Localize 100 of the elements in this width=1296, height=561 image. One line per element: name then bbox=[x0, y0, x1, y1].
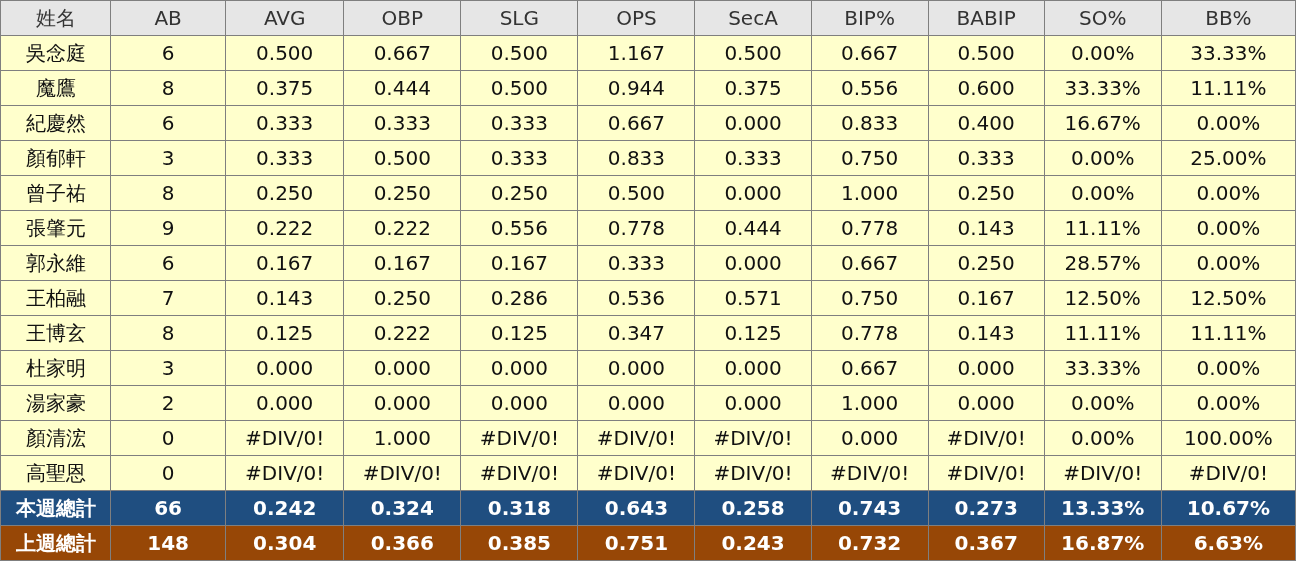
table-cell: 0.167 bbox=[460, 245, 578, 281]
table-cell: 0.00% bbox=[1044, 175, 1162, 211]
column-header: SO% bbox=[1044, 0, 1162, 36]
table-cell: 100.00% bbox=[1161, 420, 1296, 456]
table-cell: 0.366 bbox=[343, 525, 461, 561]
column-header: 姓名 bbox=[0, 0, 111, 36]
table-cell: 0.258 bbox=[694, 490, 812, 526]
table-cell: 0.667 bbox=[811, 245, 929, 281]
table-cell: 0.00% bbox=[1161, 105, 1296, 141]
table-cell: 0.00% bbox=[1161, 210, 1296, 246]
table-cell: 0.00% bbox=[1161, 385, 1296, 421]
table-cell: 0.556 bbox=[460, 210, 578, 246]
table-cell: 0.778 bbox=[811, 315, 929, 351]
table-cell: 0.222 bbox=[225, 210, 344, 246]
column-header: BABIP bbox=[928, 0, 1045, 36]
table-cell: 1.000 bbox=[343, 420, 461, 456]
table-cell: 0.556 bbox=[811, 70, 929, 106]
table-cell: 0 bbox=[110, 455, 226, 491]
table-cell: 0 bbox=[110, 420, 226, 456]
table-cell: #DIV/0! bbox=[1044, 455, 1162, 491]
table-cell: 0.167 bbox=[225, 245, 344, 281]
table-cell: 1.000 bbox=[811, 385, 929, 421]
table-cell: 顏清浤 bbox=[0, 420, 111, 456]
table-cell: 2 bbox=[110, 385, 226, 421]
table-cell: 郭永維 bbox=[0, 245, 111, 281]
table-cell: 0.750 bbox=[811, 280, 929, 316]
table-cell: 0.00% bbox=[1044, 35, 1162, 71]
table-cell: #DIV/0! bbox=[694, 455, 812, 491]
table-cell: 0.500 bbox=[460, 70, 578, 106]
table-cell: 0.333 bbox=[460, 105, 578, 141]
table-cell: 0.833 bbox=[577, 140, 695, 176]
table-cell: 66 bbox=[110, 490, 226, 526]
table-cell: 0.125 bbox=[694, 315, 812, 351]
table-cell: 0.000 bbox=[460, 385, 578, 421]
table-cell: 王博玄 bbox=[0, 315, 111, 351]
table-cell: 148 bbox=[110, 525, 226, 561]
table-cell: 0.000 bbox=[225, 350, 344, 386]
table-cell: 25.00% bbox=[1161, 140, 1296, 176]
table-cell: 0.243 bbox=[694, 525, 812, 561]
table-cell: 0.500 bbox=[577, 175, 695, 211]
table-cell: 7 bbox=[110, 280, 226, 316]
table-cell: 0.333 bbox=[694, 140, 812, 176]
column-header: AB bbox=[110, 0, 226, 36]
table-cell: 8 bbox=[110, 175, 226, 211]
table-cell: 0.667 bbox=[577, 105, 695, 141]
table-cell: 0.385 bbox=[460, 525, 578, 561]
table-cell: #DIV/0! bbox=[928, 455, 1045, 491]
table-cell: 0.444 bbox=[343, 70, 461, 106]
table-cell: 0.944 bbox=[577, 70, 695, 106]
table-cell: 0.571 bbox=[694, 280, 812, 316]
table-cell: #DIV/0! bbox=[577, 455, 695, 491]
table-cell: 0.000 bbox=[694, 350, 812, 386]
table-cell: 0.00% bbox=[1044, 385, 1162, 421]
table-cell: 0.500 bbox=[928, 35, 1045, 71]
table-cell: 0.833 bbox=[811, 105, 929, 141]
table-cell: 0.751 bbox=[577, 525, 695, 561]
table-cell: 33.33% bbox=[1044, 70, 1162, 106]
table-cell: 9 bbox=[110, 210, 226, 246]
table-cell: 0.333 bbox=[460, 140, 578, 176]
table-cell: 16.87% bbox=[1044, 525, 1162, 561]
table-cell: 1.000 bbox=[811, 175, 929, 211]
table-cell: 0.00% bbox=[1161, 175, 1296, 211]
table-cell: 0.500 bbox=[694, 35, 812, 71]
table-cell: 杜家明 bbox=[0, 350, 111, 386]
table-cell: 16.67% bbox=[1044, 105, 1162, 141]
table-cell: 0.000 bbox=[577, 350, 695, 386]
table-cell: 8 bbox=[110, 70, 226, 106]
table-cell: #DIV/0! bbox=[928, 420, 1045, 456]
table-cell: 0.667 bbox=[343, 35, 461, 71]
table-cell: 0.000 bbox=[928, 350, 1045, 386]
table-cell: #DIV/0! bbox=[811, 455, 929, 491]
table-cell: 0.250 bbox=[343, 280, 461, 316]
table-cell: 0.643 bbox=[577, 490, 695, 526]
table-cell: 0.250 bbox=[225, 175, 344, 211]
table-cell: 0.333 bbox=[225, 105, 344, 141]
table-cell: 0.000 bbox=[694, 385, 812, 421]
table-cell: 0.167 bbox=[928, 280, 1045, 316]
table-cell: 10.67% bbox=[1161, 490, 1296, 526]
table-cell: 28.57% bbox=[1044, 245, 1162, 281]
table-cell: 0.000 bbox=[460, 350, 578, 386]
table-cell: 0.00% bbox=[1161, 245, 1296, 281]
table-cell: 0.00% bbox=[1044, 140, 1162, 176]
table-cell: 0.600 bbox=[928, 70, 1045, 106]
table-cell: 紀慶然 bbox=[0, 105, 111, 141]
table-cell: 0.347 bbox=[577, 315, 695, 351]
table-cell: 0.250 bbox=[928, 175, 1045, 211]
table-cell: #DIV/0! bbox=[225, 420, 344, 456]
table-cell: #DIV/0! bbox=[694, 420, 812, 456]
table-cell: 0.500 bbox=[343, 140, 461, 176]
table-cell: 0.375 bbox=[694, 70, 812, 106]
table-cell: 本週總計 bbox=[0, 490, 111, 526]
table-cell: 0.367 bbox=[928, 525, 1045, 561]
table-cell: #DIV/0! bbox=[460, 455, 578, 491]
table-cell: 0.000 bbox=[928, 385, 1045, 421]
table-cell: 0.333 bbox=[343, 105, 461, 141]
table-cell: #DIV/0! bbox=[1161, 455, 1296, 491]
table-cell: 33.33% bbox=[1161, 35, 1296, 71]
table-cell: 6.63% bbox=[1161, 525, 1296, 561]
table-cell: 0.778 bbox=[577, 210, 695, 246]
table-cell: 0.250 bbox=[928, 245, 1045, 281]
